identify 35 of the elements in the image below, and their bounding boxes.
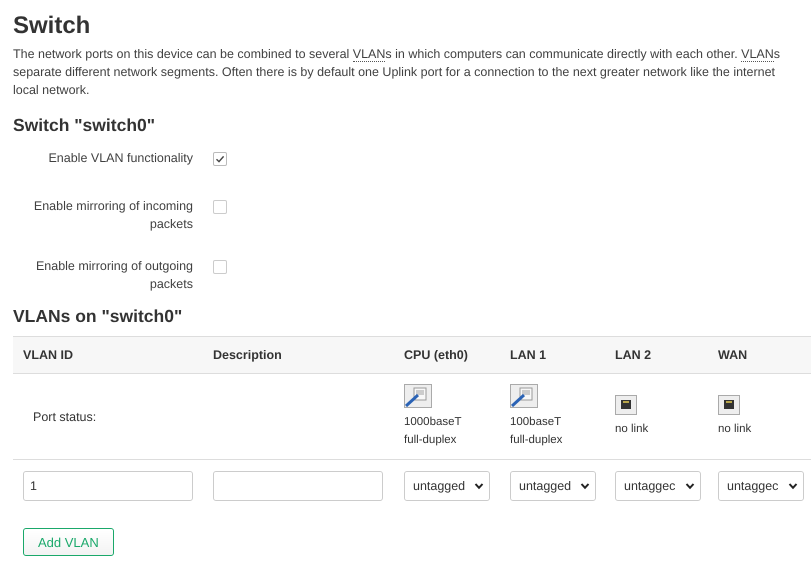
option-label: Enable mirroring of incoming packets bbox=[32, 198, 193, 233]
description-text: The network ports on this device can be combined to several VLANs in which computers can communicate directly with each other. VLANs separate different network segments. Often there is by default one Uplink port for a connection to the next greater network like the internet local network. bbox=[13, 46, 782, 99]
column-header: WAN bbox=[717, 348, 748, 362]
column-header: LAN 1 bbox=[509, 348, 548, 362]
column-header: VLAN ID bbox=[22, 348, 74, 362]
caret-icon bbox=[474, 481, 484, 491]
option-label: Enable VLAN functionality bbox=[47, 150, 193, 167]
column-header: CPU (eth0) bbox=[403, 348, 469, 362]
port-status-text: 1000baseT full-duplex bbox=[404, 415, 462, 448]
description-field[interactable] bbox=[213, 471, 383, 501]
ethernet-port-icon bbox=[718, 395, 740, 415]
section-title: Switch "switch0" bbox=[13, 114, 156, 136]
port-status-text: no link bbox=[615, 422, 648, 437]
port-dropdown[interactable]: untaggec bbox=[718, 471, 804, 501]
ethernet-port-icon bbox=[615, 395, 637, 415]
column-header: LAN 2 bbox=[614, 348, 652, 362]
caret-icon bbox=[685, 481, 695, 491]
connected-port-icon bbox=[404, 384, 432, 408]
checkbox[interactable] bbox=[213, 260, 227, 274]
checkbox[interactable] bbox=[213, 200, 227, 214]
checkbox[interactable] bbox=[213, 152, 227, 166]
port-dropdown[interactable]: untaggec bbox=[615, 471, 701, 501]
port-dropdown[interactable]: untagged bbox=[510, 471, 596, 501]
port-status-text: 100baseT full-duplex bbox=[510, 415, 562, 448]
page-title: Switch bbox=[13, 12, 92, 40]
column-header: Description bbox=[212, 348, 283, 362]
caret-icon bbox=[788, 481, 798, 491]
option-label: Enable mirroring of outgoing packets bbox=[34, 258, 193, 293]
port-status-text: no link bbox=[718, 422, 752, 437]
row-label: Port status: bbox=[32, 410, 96, 424]
section-title: VLANs on "switch0" bbox=[13, 305, 184, 327]
connected-port-icon bbox=[510, 384, 538, 408]
vlan-id-field[interactable]: 1 bbox=[23, 471, 193, 501]
caret-icon bbox=[580, 481, 590, 491]
port-dropdown[interactable]: untagged bbox=[404, 471, 490, 501]
